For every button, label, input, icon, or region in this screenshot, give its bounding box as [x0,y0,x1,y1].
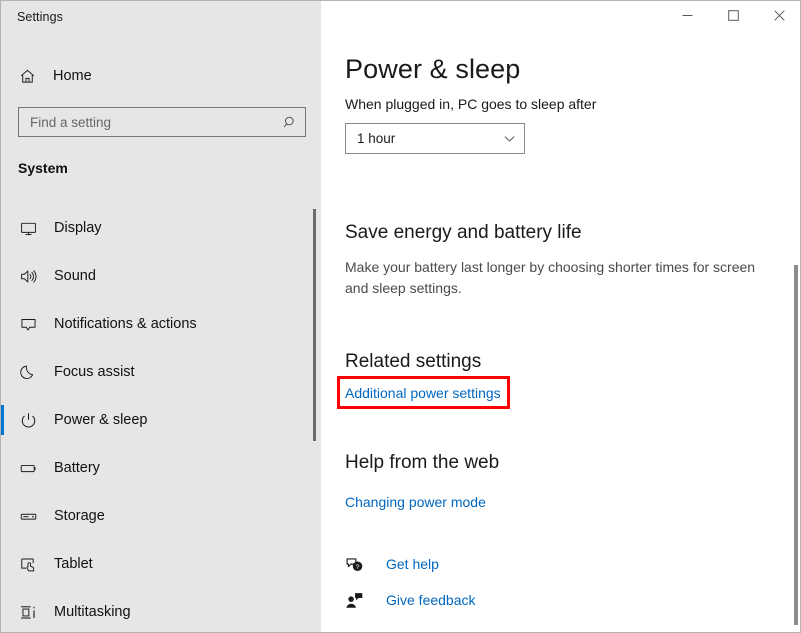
maximize-icon [727,8,739,26]
sidebar-group-title: System [18,160,68,176]
sidebar-item-label: Notifications & actions [54,316,197,332]
sidebar-item-power-sleep[interactable]: Power & sleep [1,396,321,444]
selection-accent-bar [1,213,4,243]
sidebar-item-label: Multitasking [54,604,131,620]
get-help-link[interactable]: ? Get help [343,553,439,575]
search-box[interactable] [18,107,306,137]
content-scrollbar-thumb[interactable] [794,265,798,625]
sidebar-item-focus-assist[interactable]: Focus assist [1,348,321,396]
sidebar-item-label: Storage [54,508,105,524]
svg-text:?: ? [355,563,359,570]
close-icon [773,8,785,26]
selection-accent-bar [1,261,4,291]
minimize-icon [682,8,693,26]
selection-accent-bar [1,357,4,387]
sidebar-item-label: Display [54,220,102,236]
search-icon[interactable] [279,108,305,136]
selection-accent-bar [1,453,4,483]
help-from-web-heading: Help from the web [345,452,500,473]
maximize-button[interactable] [710,1,756,33]
sidebar-item-storage[interactable]: Storage [1,492,321,540]
sidebar-item-label: Tablet [54,556,93,572]
page-title: Power & sleep [345,54,521,84]
help-bubble-icon: ? [343,553,365,575]
chevron-down-icon [494,132,524,145]
changing-power-mode-link[interactable]: Changing power mode [345,494,486,510]
battery-icon [16,456,40,480]
get-help-label: Get help [386,556,439,572]
sidebar-nav: Display Sound Notifications & actions Fo… [1,204,321,632]
sidebar-scrollbar-thumb[interactable] [313,209,316,441]
sidebar-scrollbar[interactable] [309,151,320,611]
home-icon [16,65,38,87]
notifications-icon [16,312,40,336]
give-feedback-label: Give feedback [386,592,476,608]
sleep-timeout-dropdown[interactable]: 1 hour [345,123,525,154]
related-settings-heading: Related settings [345,351,482,372]
selection-accent-bar [1,549,4,579]
sidebar-item-label: Battery [54,460,100,476]
search-input[interactable] [19,108,279,136]
sidebar-item-sound[interactable]: Sound [1,252,321,300]
sidebar: Settings Home System [1,1,321,632]
tablet-icon [16,552,40,576]
selection-accent-bar [1,309,4,339]
save-energy-body: Make your battery last longer by choosin… [345,259,756,296]
power-icon [16,408,40,432]
display-icon [16,216,40,240]
main-content: Power & sleep When plugged in, PC goes t… [321,1,800,632]
sleep-timeout-value: 1 hour [357,131,396,146]
sidebar-item-battery[interactable]: Battery [1,444,321,492]
sidebar-item-display[interactable]: Display [1,204,321,252]
close-button[interactable] [756,1,800,33]
content-scrollbar[interactable] [789,33,800,632]
multitasking-icon [16,600,40,624]
sidebar-item-label: Power & sleep [54,412,148,428]
sound-icon [16,264,40,288]
selection-accent-bar [1,501,4,531]
selection-accent-bar [1,405,4,435]
selection-accent-bar [1,597,4,627]
feedback-person-icon [343,589,365,611]
moon-icon [16,360,40,384]
save-energy-heading: Save energy and battery life [345,222,582,243]
give-feedback-link[interactable]: Give feedback [343,589,476,611]
sidebar-item-tablet[interactable]: Tablet [1,540,321,588]
home-label: Home [53,68,92,84]
sleep-timeout-label: When plugged in, PC goes to sleep after [345,96,597,112]
settings-window: Settings Home System [0,0,801,633]
sidebar-item-label: Sound [54,268,96,284]
sidebar-item-multitasking[interactable]: Multitasking [1,588,321,632]
storage-icon [16,504,40,528]
sidebar-item-label: Focus assist [54,364,135,380]
window-title: Settings [17,10,63,24]
minimize-button[interactable] [664,1,710,33]
sidebar-item-home[interactable]: Home [1,59,321,93]
window-controls [664,1,800,33]
sidebar-item-notifications[interactable]: Notifications & actions [1,300,321,348]
additional-power-settings-link[interactable]: Additional power settings [345,385,501,401]
